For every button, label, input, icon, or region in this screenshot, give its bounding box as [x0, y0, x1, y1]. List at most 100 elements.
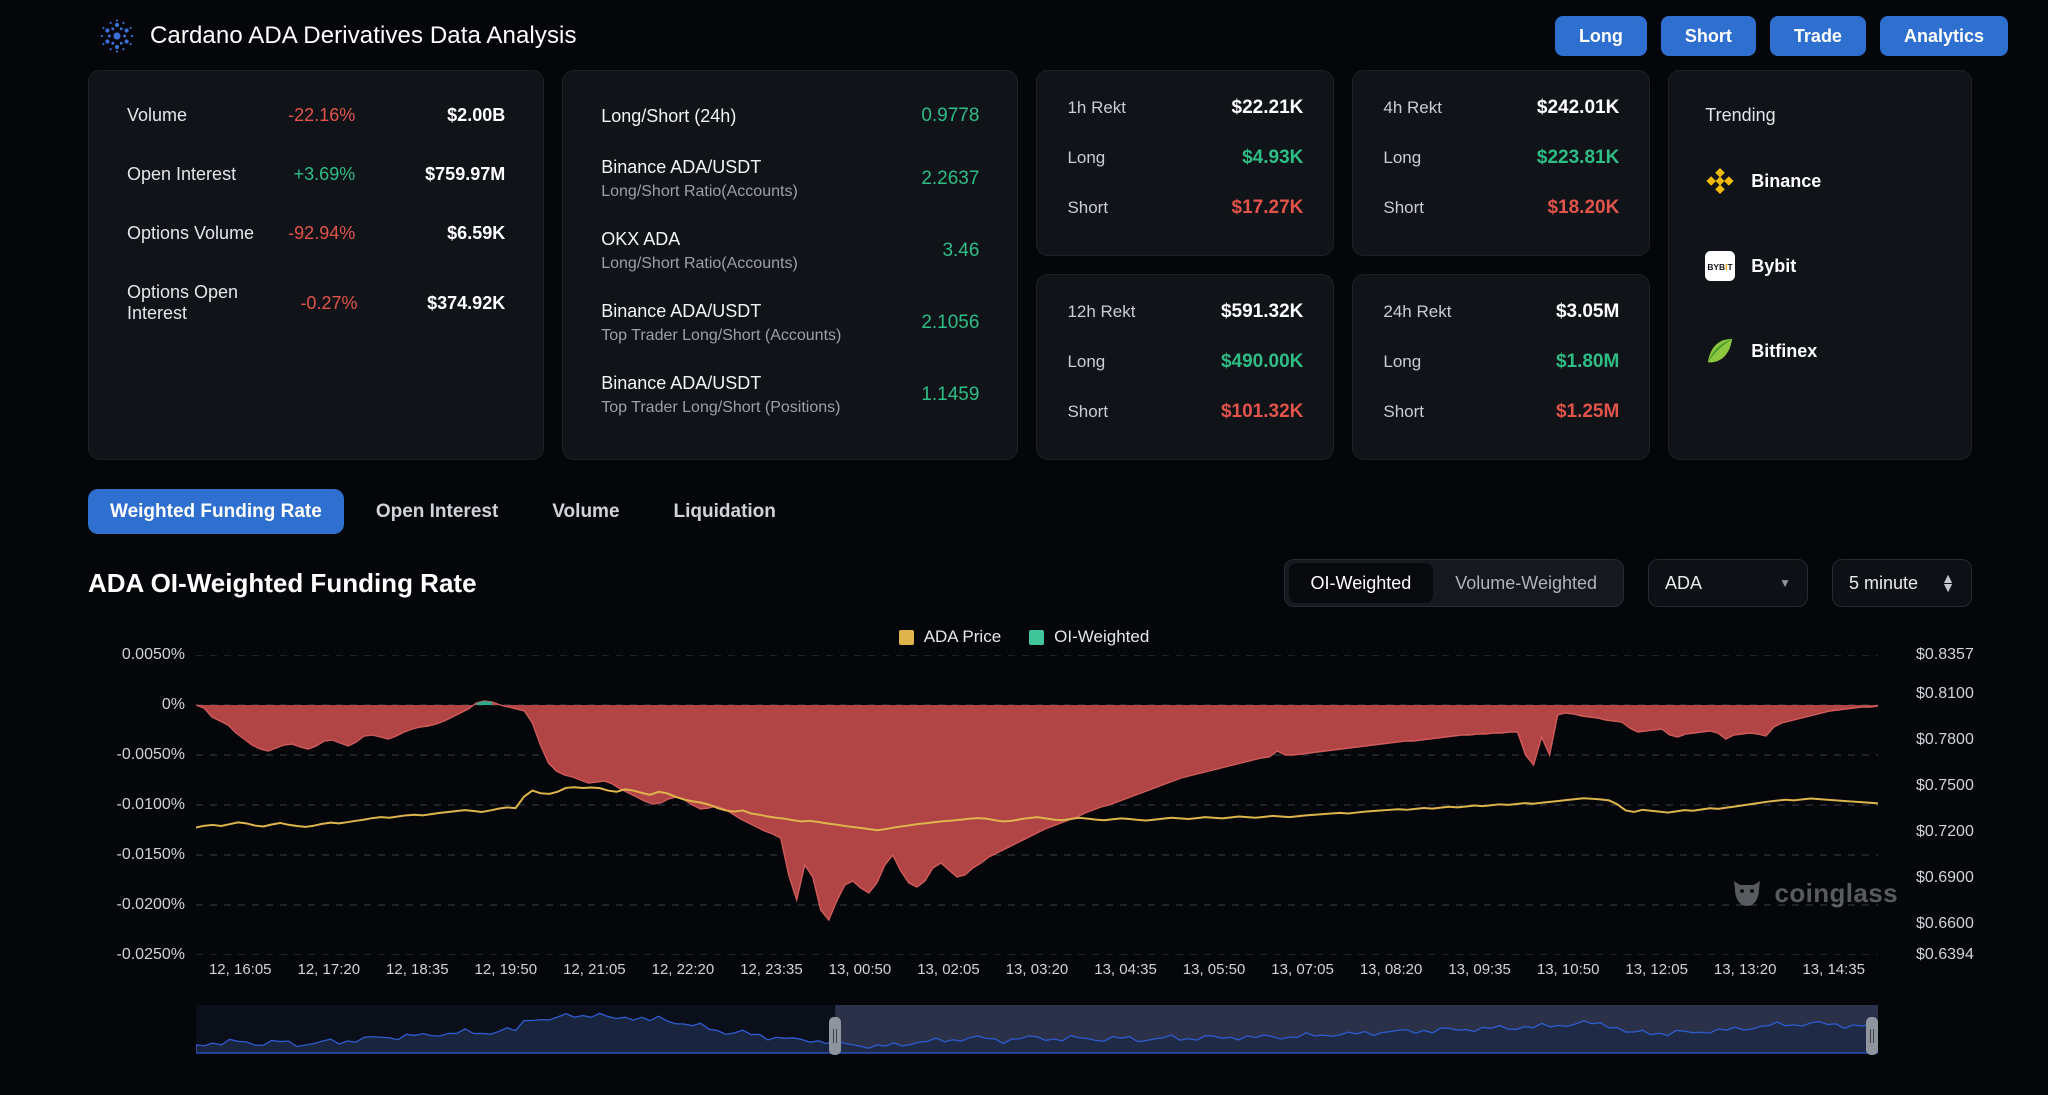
- symbol-select-value: ADA: [1665, 572, 1703, 593]
- rekt-short-row: Short $1.25M: [1383, 401, 1619, 423]
- legend-item-oi-weighted[interactable]: OI-Weighted: [1029, 627, 1149, 647]
- trade-button[interactable]: Trade: [1769, 16, 1866, 56]
- left-axis-tick: 0.0050%: [121, 646, 185, 663]
- tab-open-interest[interactable]: Open Interest: [354, 489, 520, 534]
- rekt-total-row: 4h Rekt $242.01K: [1383, 97, 1619, 119]
- ratio-row: Binance ADA/USDT Top Trader Long/Short (…: [601, 301, 979, 345]
- chevron-down-icon: ▼: [1779, 576, 1791, 590]
- tab-liquidation[interactable]: Liquidation: [652, 489, 798, 534]
- summary-cards: Volume -22.16% $2.00B Open Interest +3.6…: [88, 70, 1972, 460]
- stat-label: Volume: [127, 105, 188, 125]
- brand: Cardano ADA Derivatives Data Analysis: [100, 19, 577, 53]
- chart-tabs: Weighted Funding Rate Open Interest Volu…: [88, 489, 798, 534]
- chart-title: ADA OI-Weighted Funding Rate: [88, 567, 477, 598]
- right-axis-tick: $0.6900: [1916, 868, 1974, 886]
- chart-left-axis: 0.0050% 0% -0.0050% -0.0100% -0.0150% -0.0200…: [0, 646, 195, 963]
- rekt-long-value: $223.81K: [1536, 147, 1620, 168]
- x-axis-tick: 13, 10:50: [1536, 961, 1600, 978]
- x-axis-tick: 13, 03:20: [1005, 961, 1069, 978]
- rekt-short-value: $1.25M: [1555, 401, 1620, 422]
- chart-x-axis: 12, 16:05 12, 17:20 12, 18:35 12, 19:50 12, …: [196, 955, 1878, 989]
- x-axis-tick: 13, 02:05: [917, 961, 980, 978]
- chart-plot-area: 0.0050% 0% -0.0050% -0.0100% -0.0150% -0.0200…: [0, 646, 2048, 985]
- rekt-long-value: $4.93K: [1242, 147, 1304, 168]
- stat-row: Options Open Interest -0.27% $374.92K: [127, 282, 505, 324]
- stat-change: -92.94%: [288, 223, 356, 243]
- ratio-subtitle: Long/Short Ratio(Accounts): [601, 255, 798, 272]
- rekt-card-12h: 12h Rekt $591.32K Long $490.00K Short $1…: [1036, 274, 1335, 460]
- header-actions: Long Short Trade Analytics: [1554, 16, 2008, 56]
- rekt-title: 24h Rekt: [1383, 302, 1452, 321]
- left-axis-tick: -0.0200%: [116, 896, 186, 913]
- trending-card: Trending Binance BYBIT Bybit Bitfinex: [1668, 70, 1972, 460]
- long-button[interactable]: Long: [1554, 16, 1647, 56]
- right-axis-tick: $0.6394: [1916, 946, 1974, 963]
- stat-change: -22.16%: [288, 105, 356, 125]
- rekt-title: 1h Rekt: [1067, 98, 1127, 117]
- right-axis-tick: $0.7800: [1916, 731, 1974, 749]
- stat-change: -0.27%: [300, 292, 358, 313]
- tab-volume[interactable]: Volume: [530, 489, 641, 534]
- chart-controls: OI-Weighted Volume-Weighted ADA ▼ 5 minu…: [1283, 559, 1972, 607]
- cardano-ada-logo-icon: [100, 19, 134, 53]
- navigator-left-handle[interactable]: [829, 1017, 842, 1055]
- rekt-short-value: $101.32K: [1220, 401, 1304, 422]
- rekt-long-row: Long $1.80M: [1383, 351, 1619, 373]
- trending-item-label: Binance: [1751, 170, 1822, 191]
- ratio-title: Binance ADA/USDT: [601, 301, 762, 321]
- interval-select[interactable]: 5 minute ▲ ▼: [1832, 559, 1972, 607]
- x-axis-tick: 13, 12:05: [1625, 961, 1688, 978]
- x-axis-tick: 12, 21:05: [563, 961, 626, 978]
- rekt-total: $3.05M: [1555, 301, 1620, 322]
- rekt-long-row: Long $223.81K: [1383, 147, 1619, 169]
- x-axis-tick: 13, 00:50: [828, 961, 892, 978]
- right-axis-tick: $0.7200: [1916, 822, 1974, 840]
- chart-navigator[interactable]: [196, 1005, 1878, 1067]
- chart-legend: ADA Price OI-Weighted: [0, 627, 2048, 647]
- trending-item-label: Bitfinex: [1751, 340, 1818, 361]
- x-axis-tick: 12, 23:35: [740, 961, 803, 978]
- oi-weighted-toggle[interactable]: OI-Weighted: [1288, 563, 1434, 603]
- trending-item-bybit[interactable]: BYBIT Bybit: [1705, 251, 1935, 281]
- stat-value: $2.00B: [447, 105, 506, 125]
- rekt-long-label: Long: [1067, 352, 1106, 371]
- rekt-short-label: Short: [1067, 198, 1109, 217]
- stat-value: $374.92K: [427, 292, 506, 313]
- trending-item-binance[interactable]: Binance: [1705, 166, 1935, 196]
- page-title: Cardano ADA Derivatives Data Analysis: [150, 22, 577, 49]
- chart-right-axis: $0.8357 $0.8100 $0.7800 $0.7500 $0.7200 $0.69…: [1898, 646, 2048, 963]
- rekt-short-row: Short $101.32K: [1067, 401, 1303, 423]
- right-axis-tick: $0.8357: [1916, 646, 1974, 663]
- chart-canvas[interactable]: [195, 654, 1879, 956]
- svg-text:BYBIT: BYBIT: [1708, 262, 1734, 272]
- rekt-long-label: Long: [1383, 148, 1422, 167]
- short-button[interactable]: Short: [1660, 16, 1756, 56]
- ratio-title: Binance ADA/USDT: [601, 373, 762, 393]
- x-axis-tick: 13, 08:20: [1359, 961, 1423, 978]
- dashboard-page: Cardano ADA Derivatives Data Analysis Lo…: [0, 0, 2048, 1095]
- ratio-value: 2.1056: [921, 312, 980, 333]
- rekt-card-24h: 24h Rekt $3.05M Long $1.80M Short $1.25M: [1352, 274, 1651, 460]
- left-axis-tick: 0%: [161, 696, 185, 713]
- x-axis-tick: 13, 14:35: [1802, 961, 1866, 978]
- analytics-button[interactable]: Analytics: [1879, 16, 2008, 56]
- ratio-title: OKX ADA: [601, 229, 681, 249]
- legend-label: ADA Price: [923, 627, 1002, 646]
- rekt-short-label: Short: [1067, 402, 1109, 421]
- stat-row: Options Volume -92.94% $6.59K: [127, 223, 505, 244]
- trending-title: Trending: [1705, 105, 1776, 125]
- navigator-right-handle[interactable]: [1866, 1017, 1878, 1055]
- legend-item-ada-price[interactable]: ADA Price: [898, 627, 1002, 647]
- chart-svg: [195, 654, 1879, 956]
- bitfinex-logo-icon: [1705, 336, 1735, 366]
- legend-swatch: [898, 629, 914, 645]
- x-axis-tick: 13, 09:35: [1448, 961, 1511, 978]
- tab-weighted-funding-rate[interactable]: Weighted Funding Rate: [88, 489, 344, 534]
- ratio-subtitle: Long/Short Ratio(Accounts): [601, 183, 798, 200]
- symbol-select[interactable]: ADA ▼: [1648, 559, 1808, 607]
- trending-item-bitfinex[interactable]: Bitfinex: [1705, 336, 1935, 366]
- volume-weighted-toggle[interactable]: Volume-Weighted: [1433, 563, 1619, 603]
- x-axis-tick: 12, 19:50: [474, 961, 538, 978]
- left-axis-tick: -0.0250%: [116, 946, 186, 963]
- rekt-total-row: 1h Rekt $22.21K: [1067, 97, 1303, 119]
